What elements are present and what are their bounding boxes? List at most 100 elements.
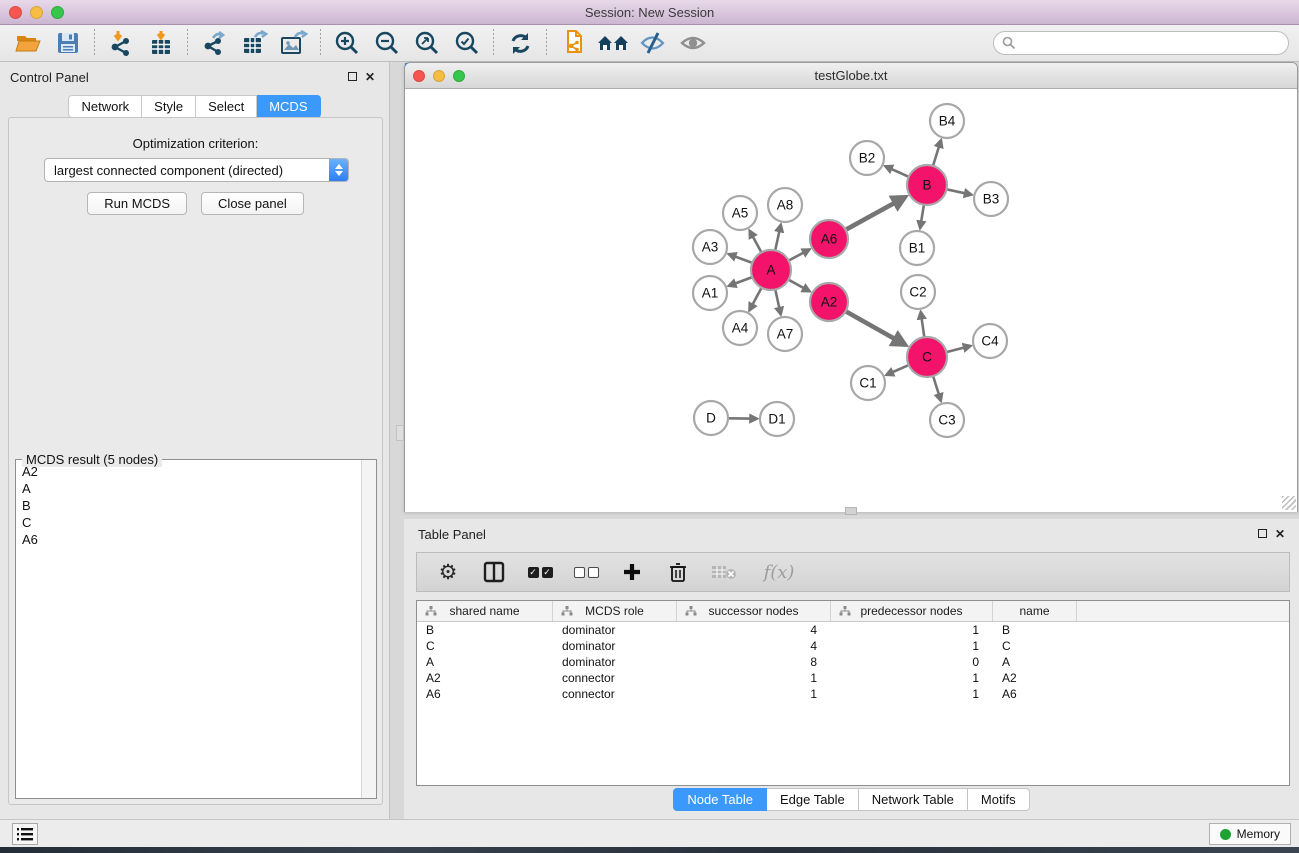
- table-row[interactable]: Adominator80A: [417, 654, 1289, 670]
- tab-select[interactable]: Select: [196, 95, 257, 118]
- graph-node-C1[interactable]: C1: [851, 366, 885, 400]
- graph-node-B2[interactable]: B2: [850, 141, 884, 175]
- graph-edge-A-A3[interactable]: [729, 254, 753, 263]
- zoom-out-button[interactable]: [367, 28, 407, 58]
- graph-edge-C-C4[interactable]: [946, 346, 970, 352]
- graph-edge-A2-C[interactable]: [846, 311, 906, 345]
- graph-node-A2[interactable]: A2: [810, 283, 848, 321]
- hide-selected-button[interactable]: [633, 28, 673, 58]
- table-row[interactable]: Bdominator41B: [417, 622, 1289, 638]
- import-network-button[interactable]: [101, 28, 141, 58]
- graph-edge-A-A7[interactable]: [775, 290, 780, 315]
- network-canvas[interactable]: B4 B2 B B3 A8 A5 A6 B1 A3 A C2 A1 A2 A4 A7 C4 C C1 C3 D D1: [405, 89, 1297, 512]
- zoom-in-button[interactable]: [327, 28, 367, 58]
- graph-node-A1[interactable]: A1: [693, 276, 727, 310]
- optimization-criterion-select[interactable]: largest connected component (directed): [44, 158, 349, 182]
- graph-node-A6[interactable]: A6: [810, 220, 848, 258]
- graph-node-B3[interactable]: B3: [974, 182, 1008, 216]
- graph-edge-A-A1[interactable]: [729, 277, 753, 286]
- mcds-result-item[interactable]: A6: [17, 531, 360, 548]
- mcds-result-item[interactable]: A2: [17, 463, 360, 480]
- graph-node-A3[interactable]: A3: [693, 230, 727, 264]
- task-history-button[interactable]: [12, 823, 38, 845]
- delete-column-button[interactable]: [663, 557, 693, 587]
- search-input[interactable]: [1016, 33, 1288, 53]
- tab-network[interactable]: Network: [68, 95, 142, 118]
- delete-table-button[interactable]: [709, 557, 739, 587]
- graph-edge-B-B4[interactable]: [933, 140, 941, 166]
- export-network-button[interactable]: [194, 28, 234, 58]
- graph-node-A8[interactable]: A8: [768, 188, 802, 222]
- graph-node-A7[interactable]: A7: [768, 317, 802, 351]
- table-row[interactable]: Cdominator41C: [417, 638, 1289, 654]
- gear-button[interactable]: ⚙: [433, 557, 463, 587]
- graph-node-A[interactable]: A: [751, 250, 791, 290]
- graph-edge-C-C3[interactable]: [933, 376, 941, 401]
- new-network-from-selection-button[interactable]: [553, 28, 593, 58]
- column-header-shared-name[interactable]: shared name: [417, 601, 553, 621]
- resize-grip-icon[interactable]: [1282, 496, 1296, 510]
- graph-node-C[interactable]: C: [907, 337, 947, 377]
- table-row[interactable]: A2connector11A2: [417, 670, 1289, 686]
- graph-node-D[interactable]: D: [694, 401, 728, 435]
- close-panel-button[interactable]: Close panel: [201, 192, 304, 215]
- mcds-result-item[interactable]: C: [17, 514, 360, 531]
- import-table-button[interactable]: [141, 28, 181, 58]
- tab-network-table[interactable]: Network Table: [859, 788, 968, 811]
- graph-edge-A-A5[interactable]: [750, 231, 762, 253]
- graph-edge-B-B1[interactable]: [920, 205, 924, 228]
- search-field[interactable]: [993, 31, 1289, 55]
- graph-edge-A-A6[interactable]: [789, 249, 810, 260]
- mcds-result-item[interactable]: A: [17, 480, 360, 497]
- float-panel-icon[interactable]: [343, 70, 361, 84]
- memory-button[interactable]: Memory: [1209, 823, 1291, 845]
- graph-node-D1[interactable]: D1: [760, 402, 794, 436]
- run-mcds-button[interactable]: Run MCDS: [87, 192, 187, 215]
- refresh-button[interactable]: [500, 28, 540, 58]
- tab-motifs[interactable]: Motifs: [968, 788, 1030, 811]
- graph-node-B4[interactable]: B4: [930, 104, 964, 138]
- zoom-fit-button[interactable]: [407, 28, 447, 58]
- export-table-button[interactable]: [234, 28, 274, 58]
- column-header-mcds-role[interactable]: MCDS role: [553, 601, 677, 621]
- graph-node-B[interactable]: B: [907, 165, 947, 205]
- zoom-selected-button[interactable]: [447, 28, 487, 58]
- tab-mcds[interactable]: MCDS: [257, 95, 320, 118]
- network-window-titlebar[interactable]: testGlobe.txt: [405, 63, 1297, 89]
- graph-node-C2[interactable]: C2: [901, 275, 935, 309]
- tab-style[interactable]: Style: [142, 95, 196, 118]
- graph-edge-B-B3[interactable]: [947, 189, 972, 194]
- deselect-all-button[interactable]: [571, 557, 601, 587]
- function-builder-button[interactable]: f(x): [755, 557, 803, 587]
- export-image-button[interactable]: [274, 28, 314, 58]
- first-neighbors-button[interactable]: [593, 28, 633, 58]
- graph-edge-A-A4[interactable]: [749, 288, 761, 311]
- result-scrollbar[interactable]: [361, 460, 376, 798]
- tab-node-table[interactable]: Node Table: [673, 788, 767, 811]
- tab-edge-table[interactable]: Edge Table: [767, 788, 859, 811]
- graph-node-A5[interactable]: A5: [723, 196, 757, 230]
- column-header-successor-nodes[interactable]: successor nodes: [677, 601, 831, 621]
- show-all-button[interactable]: [673, 28, 713, 58]
- graph-edge-C-C1[interactable]: [886, 365, 908, 375]
- mcds-result-item[interactable]: B: [17, 497, 360, 514]
- graph-node-A4[interactable]: A4: [723, 311, 757, 345]
- graph-node-C4[interactable]: C4: [973, 324, 1007, 358]
- divider-handle[interactable]: [845, 507, 857, 515]
- close-panel-icon[interactable]: ✕: [361, 70, 379, 84]
- column-header-name[interactable]: name: [993, 601, 1077, 621]
- graph-edge-C-C2[interactable]: [921, 312, 925, 337]
- table-row[interactable]: A6connector11A6: [417, 686, 1289, 702]
- save-session-button[interactable]: [48, 28, 88, 58]
- close-table-panel-icon[interactable]: ✕: [1271, 527, 1289, 541]
- graph-node-C3[interactable]: C3: [930, 403, 964, 437]
- select-all-button[interactable]: ✓✓: [525, 557, 555, 587]
- add-column-button[interactable]: [617, 557, 647, 587]
- float-table-panel-icon[interactable]: [1253, 527, 1271, 541]
- open-file-button[interactable]: [8, 28, 48, 58]
- graph-edge-A6-B[interactable]: [846, 197, 906, 230]
- graph-node-B1[interactable]: B1: [900, 231, 934, 265]
- graph-edge-A-A8[interactable]: [775, 225, 781, 251]
- column-header-predecessor-nodes[interactable]: predecessor nodes: [831, 601, 993, 621]
- column-view-button[interactable]: [479, 557, 509, 587]
